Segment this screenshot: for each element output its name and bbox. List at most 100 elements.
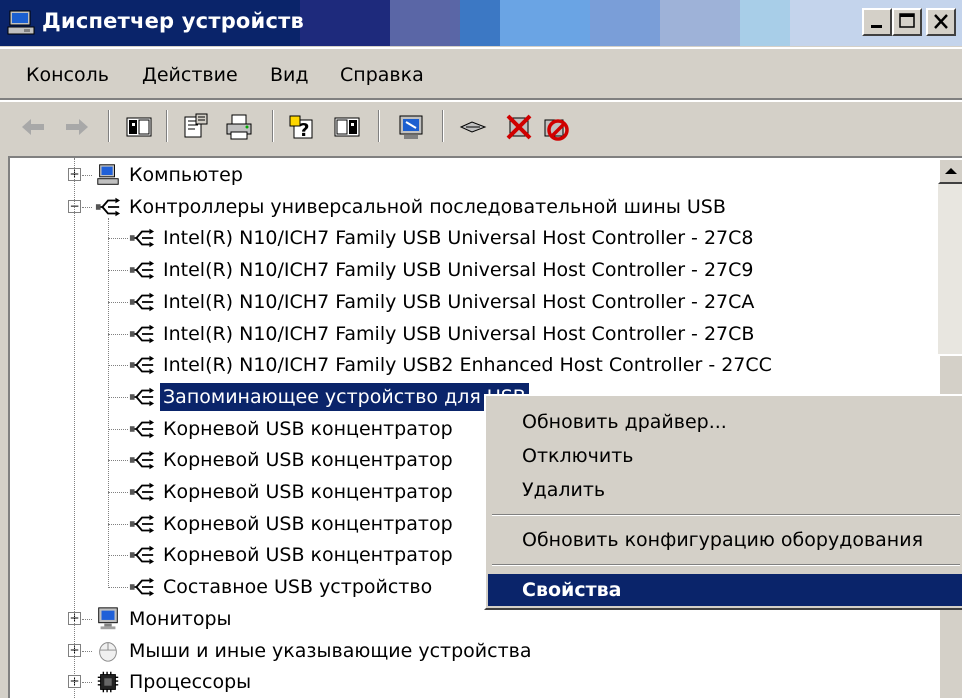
context-separator xyxy=(492,564,960,566)
usb-icon xyxy=(129,260,155,280)
tree-connector xyxy=(108,555,128,557)
title-bar-gradient-segment xyxy=(460,0,500,46)
tree-item[interactable]: Корневой USB концентратор xyxy=(128,540,456,570)
menu-help[interactable]: Справка xyxy=(340,64,424,86)
context-item-disable[interactable]: Отключить xyxy=(488,440,962,472)
tree-item-label: Мыши и иные указывающие устройства xyxy=(129,639,532,662)
tree-item-selected[interactable]: Запоминающее устройство для USB xyxy=(128,382,529,412)
usb-icon xyxy=(129,514,155,533)
scan-hardware-icon[interactable] xyxy=(396,112,426,142)
toolbar-separator xyxy=(378,110,380,142)
close-button[interactable] xyxy=(926,8,956,36)
toolbar-separator xyxy=(442,110,444,142)
tree-item[interactable]: Мониторы xyxy=(94,604,235,634)
tree-item[interactable]: Intel(R) N10/ICH7 Family USB2 Enhanced H… xyxy=(128,350,775,380)
forward-arrow-icon[interactable] xyxy=(62,112,92,142)
tree-connector xyxy=(108,301,128,303)
tree-connector xyxy=(108,270,128,272)
usb-icon xyxy=(129,387,155,407)
print-icon[interactable] xyxy=(224,112,254,142)
svg-text:?: ? xyxy=(299,120,309,141)
show-hide-action-pane-icon[interactable] xyxy=(332,112,362,142)
tree-connector xyxy=(82,618,92,620)
menu-view[interactable]: Вид xyxy=(270,64,309,86)
context-item-uninstall[interactable]: Удалить xyxy=(488,474,962,506)
tree-connector xyxy=(108,217,109,589)
maximize-icon xyxy=(899,13,915,28)
computer-icon xyxy=(97,164,119,185)
tree-item-label: Компьютер xyxy=(129,164,243,186)
tree-item[interactable]: Intel(R) N10/ICH7 Family USB Universal H… xyxy=(128,223,756,253)
title-bar-gradient-segment xyxy=(590,0,660,46)
maximize-button[interactable] xyxy=(892,8,922,36)
menu-action[interactable]: Действие xyxy=(142,64,238,86)
context-menu: Обновить драйвер... Отключить Удалить Об… xyxy=(484,394,962,610)
update-driver-icon[interactable] xyxy=(458,112,488,142)
tree-connector xyxy=(108,396,128,398)
back-arrow-icon[interactable] xyxy=(18,112,48,142)
title-bar-gradient-segment xyxy=(390,0,460,46)
tree-item-label: Мониторы xyxy=(129,607,232,630)
tree-item[interactable]: Корневой USB концентратор xyxy=(128,414,456,444)
tree-connector xyxy=(108,238,128,240)
tree-connector xyxy=(82,650,92,652)
tree-item-label: Процессоры xyxy=(129,671,252,694)
menu-bar: Консоль Действие Вид Справка xyxy=(0,50,962,98)
usb-icon xyxy=(129,419,155,438)
menu-console[interactable]: Консоль xyxy=(26,64,109,86)
tree-item[interactable]: Корневой USB концентратор xyxy=(128,509,456,539)
tree-item[interactable]: Мыши и иные указывающие устройства xyxy=(94,636,534,666)
close-icon xyxy=(934,14,948,29)
toolbar-separator xyxy=(166,110,168,142)
tree-item-label: Intel(R) N10/ICH7 Family USB Universal H… xyxy=(163,290,755,313)
tree-connector xyxy=(108,333,128,335)
device-manager-icon xyxy=(7,10,35,35)
tree-item[interactable]: Intel(R) N10/ICH7 Family USB Universal H… xyxy=(128,319,757,349)
tree-item[interactable]: Процессоры xyxy=(94,667,254,697)
mouse-icon xyxy=(99,641,117,662)
usb-icon xyxy=(129,451,155,470)
tree-item-label: Intel(R) N10/ICH7 Family USB Universal H… xyxy=(163,259,754,282)
tree-connector xyxy=(108,492,128,493)
tree-item-label: Intel(R) N10/ICH7 Family USB2 Enhanced H… xyxy=(163,354,772,377)
usb-icon xyxy=(129,292,155,312)
context-item-update-driver[interactable]: Обновить драйвер... xyxy=(488,406,962,438)
title-bar[interactable]: Диспетчер устройств xyxy=(0,0,962,46)
tree-connector xyxy=(108,523,128,525)
minimize-button[interactable] xyxy=(862,8,892,36)
context-item-properties[interactable]: Свойства xyxy=(488,574,962,606)
monitor-icon xyxy=(98,607,118,630)
title-bar-gradient-segment xyxy=(660,0,740,46)
window-title: Диспетчер устройств xyxy=(42,9,304,33)
tree-item[interactable]: Контроллеры универсальной последовательн… xyxy=(94,192,729,222)
tree-item-label: Корневой USB концентратор xyxy=(163,417,453,440)
tree-connector xyxy=(82,682,92,684)
title-bar-gradient-segment xyxy=(740,0,790,46)
tree-connector xyxy=(108,587,128,589)
disable-icon[interactable] xyxy=(540,112,570,142)
tree-item-label: Корневой USB концентратор xyxy=(163,481,453,503)
tree-item-label: Intel(R) N10/ICH7 Family USB Universal H… xyxy=(163,227,754,250)
tree-item[interactable]: Корневой USB концентратор xyxy=(128,445,456,475)
tree-item[interactable]: Intel(R) N10/ICH7 Family USB Universal H… xyxy=(128,255,756,285)
tree-item[interactable]: Корневой USB концентратор xyxy=(128,477,456,507)
device-manager-window: Диспетчер устройств Консоль Действие Вид… xyxy=(0,0,962,698)
uninstall-icon[interactable] xyxy=(504,112,534,142)
scroll-up-button[interactable] xyxy=(938,158,962,184)
tree-item-label: Intel(R) N10/ICH7 Family USB Universal H… xyxy=(163,322,755,345)
usb-icon xyxy=(95,197,121,216)
usb-icon xyxy=(129,355,155,375)
tree-item[interactable]: Компьютер xyxy=(94,160,246,190)
tree-item-label: Контроллеры универсальной последовательн… xyxy=(129,195,726,218)
properties-icon[interactable] xyxy=(180,112,210,142)
toolbar-separator xyxy=(272,110,274,142)
tree-item[interactable]: Intel(R) N10/ICH7 Family USB Universal H… xyxy=(128,287,757,317)
toolbar-separator xyxy=(108,110,110,142)
help-icon[interactable]: ? xyxy=(286,112,316,142)
show-hide-tree-icon[interactable] xyxy=(124,112,154,142)
minimize-icon xyxy=(871,25,882,28)
arrow-up-icon xyxy=(945,168,957,174)
tree-item[interactable]: Составное USB устройство xyxy=(128,572,435,602)
context-item-scan-hardware[interactable]: Обновить конфигурацию оборудования xyxy=(488,524,962,556)
tree-connector xyxy=(108,460,128,462)
